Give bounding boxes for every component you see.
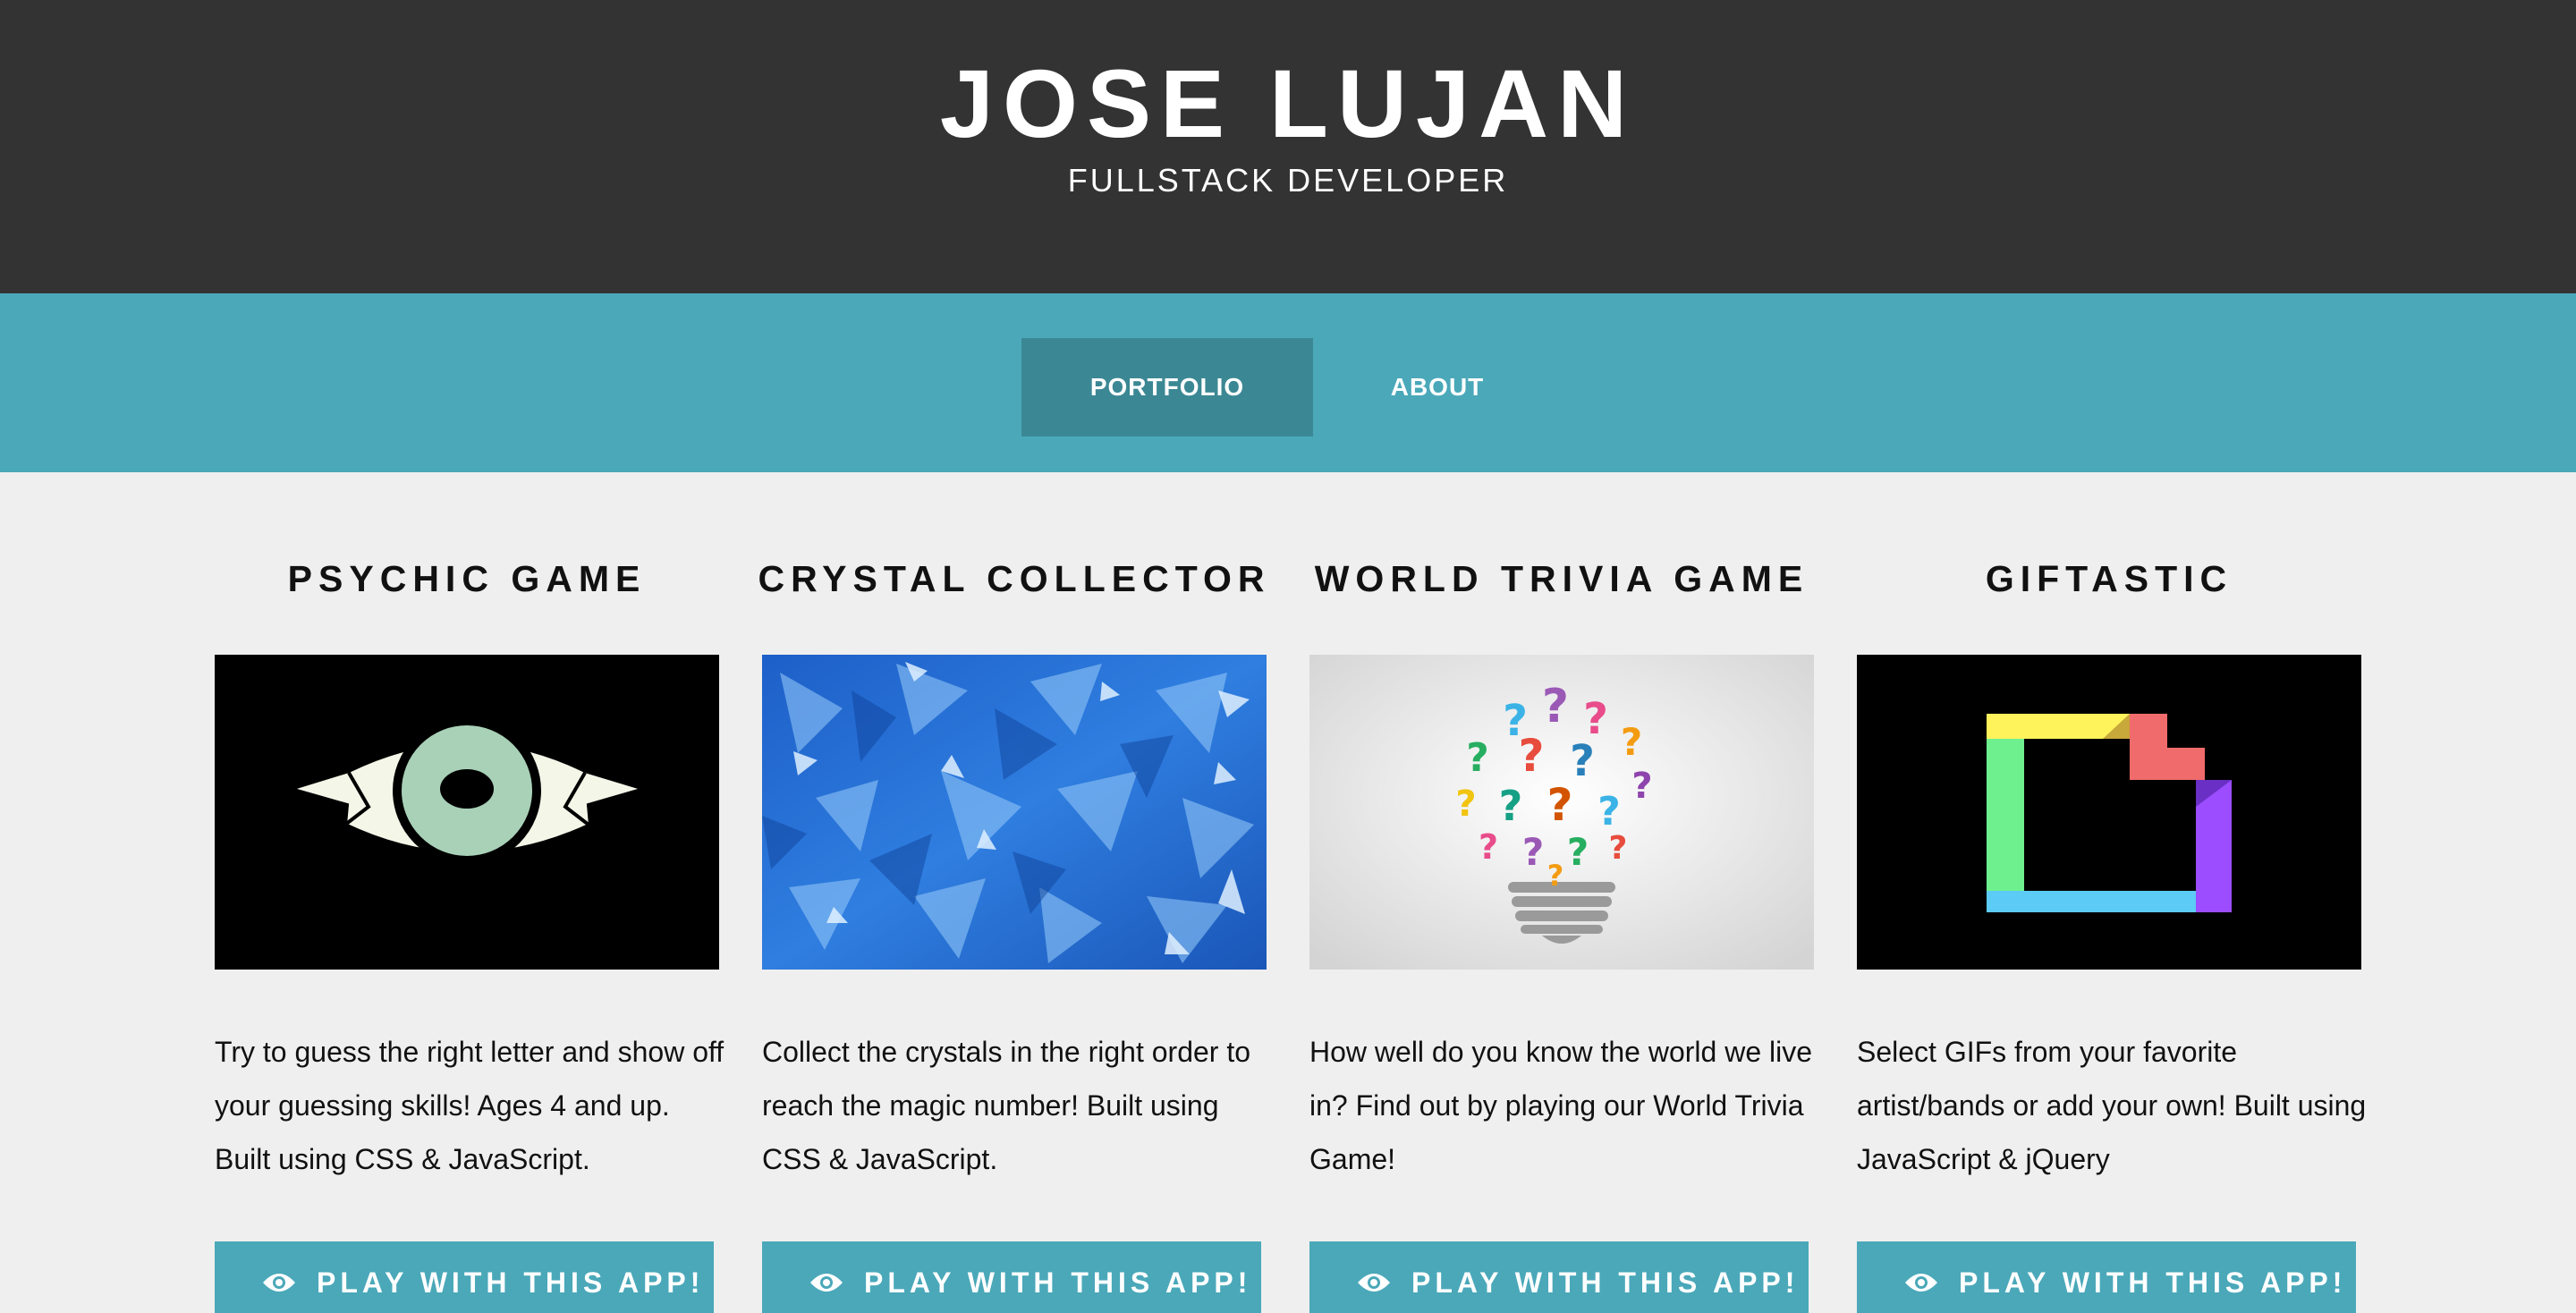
svg-text:?: ? xyxy=(1609,830,1628,867)
svg-text:?: ? xyxy=(1455,784,1476,825)
play-app-button[interactable]: PLAY WITH THIS APP! xyxy=(1857,1241,2356,1313)
project-title: GIFTASTIC xyxy=(1985,558,2233,599)
play-app-button[interactable]: PLAY WITH THIS APP! xyxy=(1309,1241,1809,1313)
project-description: Select GIFs from your favorite artist/ba… xyxy=(1857,1036,2367,1175)
eye-icon xyxy=(810,1274,843,1292)
main-nav: PORTFOLIO ABOUT xyxy=(0,293,2576,472)
svg-text:?: ? xyxy=(1499,782,1523,830)
play-app-button-label: PLAY WITH THIS APP! xyxy=(317,1266,705,1299)
question-lightbulb-image[interactable]: ? ? ? ? ? ? ? ? ? ? ? ? ? ? ? ? ? xyxy=(1309,655,1814,970)
nav-about[interactable]: ABOUT xyxy=(1333,338,1542,436)
site-title: JOSE LUJAN xyxy=(939,49,1637,157)
portfolio-section: PSYCHIC GAME Try to guess the right lett… xyxy=(0,472,2576,1313)
site-subtitle: FULLSTACK DEVELOPER xyxy=(1067,162,1509,199)
svg-text:?: ? xyxy=(1621,720,1642,764)
svg-text:?: ? xyxy=(1567,830,1589,874)
eye-icon xyxy=(1358,1274,1390,1292)
svg-text:?: ? xyxy=(1597,789,1621,834)
project-description: How well do you know the world we live i… xyxy=(1309,1036,1813,1175)
play-app-button-label: PLAY WITH THIS APP! xyxy=(1959,1266,2347,1299)
project-description: Try to guess the right letter and show o… xyxy=(215,1036,724,1175)
svg-text:?: ? xyxy=(1518,730,1544,782)
eye-image[interactable] xyxy=(215,655,719,970)
svg-text:?: ? xyxy=(1522,830,1544,874)
svg-text:?: ? xyxy=(1546,779,1572,831)
svg-text:?: ? xyxy=(1466,735,1489,781)
nav-portfolio[interactable]: PORTFOLIO xyxy=(1021,338,1313,436)
svg-text:?: ? xyxy=(1570,736,1595,786)
svg-text:?: ? xyxy=(1631,766,1652,807)
svg-text:?: ? xyxy=(1542,680,1569,733)
project-title: CRYSTAL COLLECTOR xyxy=(758,558,1271,599)
blue-crystals-image[interactable] xyxy=(762,655,1267,970)
site-header: JOSE LUJAN FULLSTACK DEVELOPER xyxy=(0,0,2576,293)
play-app-button-label: PLAY WITH THIS APP! xyxy=(1411,1266,1800,1299)
giphy-logo-image[interactable] xyxy=(1857,655,2361,970)
play-app-button[interactable]: PLAY WITH THIS APP! xyxy=(215,1241,714,1313)
svg-text:?: ? xyxy=(1479,827,1498,867)
play-app-button[interactable]: PLAY WITH THIS APP! xyxy=(762,1241,1261,1313)
project-description: Collect the crystals in the right order … xyxy=(762,1036,1251,1175)
eye-icon xyxy=(263,1274,295,1292)
eye-icon xyxy=(1905,1274,1937,1292)
play-app-button-label: PLAY WITH THIS APP! xyxy=(864,1266,1252,1299)
project-title: PSYCHIC GAME xyxy=(287,558,647,599)
svg-text:?: ? xyxy=(1547,859,1564,893)
project-title: WORLD TRIVIA GAME xyxy=(1314,558,1809,599)
